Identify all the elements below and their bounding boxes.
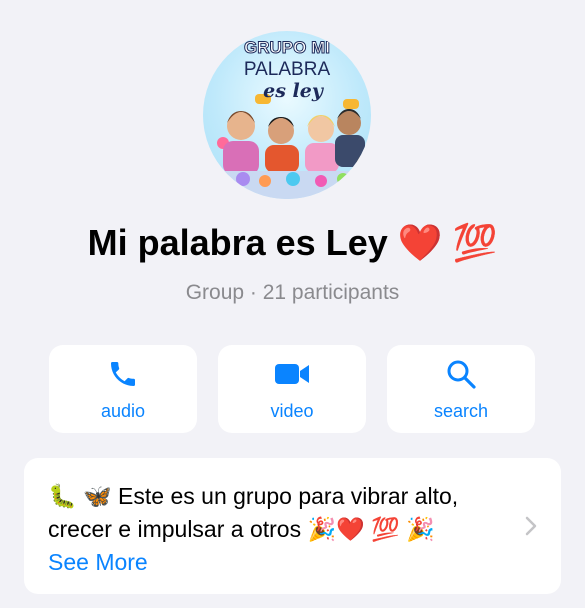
person-body bbox=[223, 141, 259, 175]
action-bar: audio video search bbox=[49, 345, 535, 433]
video-camera-icon bbox=[274, 357, 310, 391]
description-text: 🐛 🦋 Este es un grupo para vibrar alto, c… bbox=[48, 483, 459, 542]
group-description-card[interactable]: 🐛 🦋 Este es un grupo para vibrar alto, c… bbox=[24, 458, 561, 594]
person-body bbox=[265, 145, 299, 173]
phone-icon bbox=[107, 357, 139, 391]
person-body bbox=[305, 143, 339, 173]
chevron-right-icon bbox=[525, 516, 537, 541]
person-body bbox=[335, 135, 365, 167]
group-title: Mi palabra es Ley ❤️ 💯 bbox=[87, 222, 498, 263]
video-call-button[interactable]: video bbox=[218, 345, 366, 433]
avatar-text-line-1: GRUPO MI bbox=[244, 38, 330, 57]
audio-label: audio bbox=[100, 400, 146, 421]
search-button[interactable]: search bbox=[387, 345, 535, 433]
group-description: 🐛 🦋 Este es un grupo para vibrar alto, c… bbox=[48, 480, 518, 579]
search-icon bbox=[446, 357, 476, 391]
search-label: search bbox=[433, 400, 489, 421]
group-avatar-image: GRUPO MI PALABRA es ley bbox=[213, 38, 365, 199]
avatar-text-line-3: es ley bbox=[263, 80, 325, 102]
group-avatar[interactable]: GRUPO MI PALABRA es ley bbox=[203, 31, 371, 199]
avatar-text-line-2: PALABRA bbox=[244, 59, 331, 80]
speech-bubble bbox=[343, 99, 359, 109]
group-subtitle: Group · 21 participants bbox=[185, 281, 400, 304]
see-more-link[interactable]: See More bbox=[48, 546, 518, 579]
video-label: video bbox=[270, 400, 314, 421]
audio-call-button[interactable]: audio bbox=[49, 345, 197, 433]
